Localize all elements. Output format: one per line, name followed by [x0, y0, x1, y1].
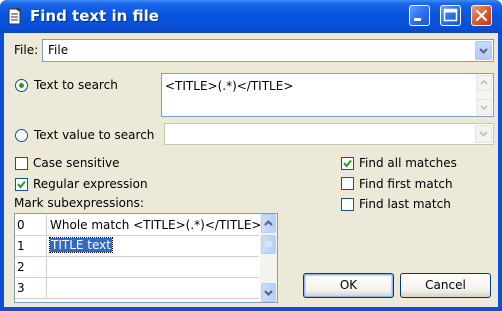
- window-title: Find text in file: [30, 7, 159, 25]
- scroll-up-button[interactable]: [261, 214, 276, 233]
- subexpressions-grid[interactable]: 0 Whole match <TITLE>(.*)</TITLE> 1 TITL…: [14, 213, 278, 303]
- close-button[interactable]: [471, 5, 492, 26]
- find-last-match-label[interactable]: Find last match: [359, 197, 451, 211]
- regular-expression-checkbox[interactable]: [15, 178, 28, 191]
- table-row[interactable]: 1 TITLE text: [15, 236, 259, 257]
- table-row[interactable]: 0 Whole match <TITLE>(.*)</TITLE>: [15, 215, 262, 236]
- row-text-selected[interactable]: TITLE text: [49, 237, 113, 253]
- maximize-icon: [443, 8, 458, 22]
- ok-button-label: OK: [339, 278, 358, 292]
- text-to-search-label[interactable]: Text to search: [34, 78, 118, 92]
- chevron-down-icon: [264, 290, 273, 296]
- minimize-icon: [414, 18, 421, 21]
- table-row[interactable]: 2: [15, 257, 259, 278]
- text-value-combobox[interactable]: [164, 123, 494, 145]
- text-value-label[interactable]: Text value to search: [34, 128, 154, 142]
- window-frame-left: [0, 33, 4, 311]
- chevron-down-icon: [479, 131, 488, 137]
- file-label: File:: [14, 43, 39, 57]
- find-all-matches-label[interactable]: Find all matches: [359, 156, 457, 170]
- find-text-dialog: Find text in file File: File Text to sea…: [0, 0, 502, 311]
- scroll-up-button[interactable]: [476, 75, 492, 91]
- window-frame-bottom: [0, 307, 502, 311]
- row-index: 3: [17, 281, 25, 295]
- grip-icon: [265, 241, 272, 247]
- text-value-radio[interactable]: [15, 129, 28, 142]
- text-value-dropdown-button[interactable]: [475, 125, 492, 143]
- close-icon: [475, 9, 488, 22]
- grid-scrollbar[interactable]: [260, 214, 277, 302]
- scroll-thumb[interactable]: [261, 235, 276, 254]
- checkmark-icon: [343, 159, 352, 168]
- find-first-match-label[interactable]: Find first match: [359, 177, 453, 191]
- find-last-match-checkbox[interactable]: [341, 198, 354, 211]
- regular-expression-label[interactable]: Regular expression: [33, 177, 148, 191]
- file-dropdown-button[interactable]: [475, 41, 492, 60]
- text-to-search-radio[interactable]: [15, 79, 28, 92]
- window-frame-right: [498, 33, 502, 311]
- cancel-button[interactable]: Cancel: [400, 273, 491, 298]
- maximize-button[interactable]: [440, 5, 461, 26]
- chevron-up-icon: [264, 220, 273, 226]
- chevron-down-icon: [480, 105, 488, 111]
- case-sensitive-label[interactable]: Case sensitive: [33, 156, 120, 170]
- row-index: 2: [17, 260, 25, 274]
- text-to-search-value: <TITLE>(.*)</TITLE>: [165, 79, 294, 93]
- notepad-icon: [8, 7, 21, 25]
- chevron-down-icon: [479, 48, 488, 54]
- dialog-body: File: File Text to search <TITLE>(.*)</T…: [4, 33, 498, 307]
- checkmark-icon: [17, 180, 26, 189]
- find-first-match-checkbox[interactable]: [341, 177, 354, 190]
- scroll-down-button[interactable]: [476, 99, 492, 115]
- mark-subexpressions-label: Mark subexpressions:: [14, 196, 144, 210]
- table-row[interactable]: 3: [15, 278, 259, 299]
- ok-button[interactable]: OK: [303, 273, 394, 298]
- text-to-search-scrollbar[interactable]: [476, 75, 492, 115]
- row-text: Whole match <TITLE>(.*)</TITLE>: [50, 218, 262, 232]
- case-sensitive-checkbox[interactable]: [15, 157, 28, 170]
- scroll-down-button[interactable]: [261, 283, 276, 302]
- minimize-button[interactable]: [409, 5, 430, 26]
- chevron-up-icon: [480, 79, 488, 85]
- find-all-matches-checkbox[interactable]: [341, 157, 354, 170]
- row-index: 0: [17, 218, 25, 232]
- cancel-button-label: Cancel: [425, 278, 466, 292]
- file-combobox[interactable]: File: [42, 39, 494, 62]
- row-index: 1: [17, 239, 25, 253]
- text-to-search-input[interactable]: <TITLE>(.*)</TITLE>: [161, 73, 494, 117]
- title-bar[interactable]: Find text in file: [0, 0, 502, 33]
- file-combobox-value: File: [48, 43, 69, 57]
